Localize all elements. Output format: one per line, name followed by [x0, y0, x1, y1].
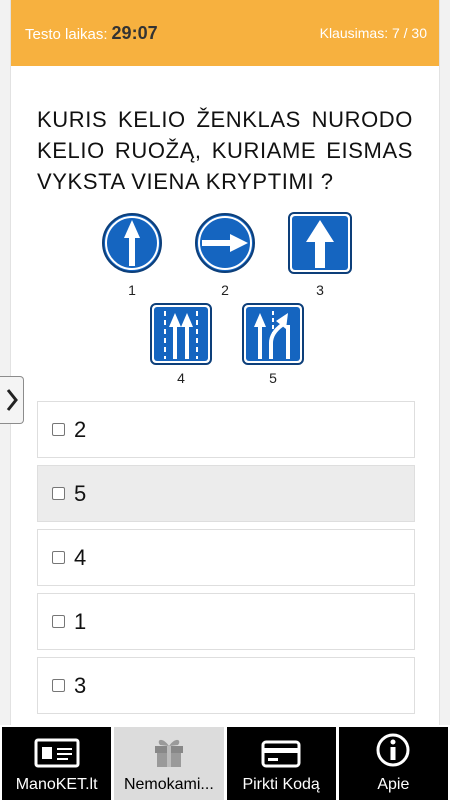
answer-checkbox[interactable]: [52, 423, 65, 436]
quiz-header: Testo laikas: 29:07 Klausimas: 7 / 30: [11, 0, 439, 66]
quiz-screen: Testo laikas: 29:07 Klausimas: 7 / 30 KU…: [10, 0, 440, 725]
chevron-right-icon: [6, 389, 18, 411]
answer-label: 4: [74, 544, 87, 570]
square-blue-one-way-icon: [288, 212, 352, 274]
sign-number: 5: [269, 370, 277, 386]
id-card-icon: [34, 738, 80, 768]
answer-option[interactable]: 2: [37, 401, 415, 458]
nav-nemokami[interactable]: Nemokami...: [114, 727, 224, 800]
answer-checkbox[interactable]: [52, 551, 65, 564]
answer-option[interactable]: 4: [37, 529, 415, 586]
sign-number: 4: [177, 370, 185, 386]
timer-label: Testo laikas:: [25, 25, 108, 43]
answer-option[interactable]: 3: [37, 657, 415, 714]
sign-number: 2: [221, 282, 229, 298]
square-blue-lane-split-icon: [242, 303, 304, 365]
answer-checkbox[interactable]: [52, 615, 65, 628]
answer-option-selected[interactable]: 5: [37, 465, 415, 522]
answer-label: 1: [74, 608, 87, 634]
timer-value: 29:07: [111, 22, 158, 43]
question-text: KURIS KELIO ŽENKLAS NURODO KELIO RUOŽĄ, …: [37, 107, 413, 194]
round-blue-arrow-up-icon: [102, 213, 162, 273]
bottom-navigation: ManoKET.lt Nemokami... Pirkti Kodą Apie: [0, 725, 450, 800]
answer-label: 3: [74, 672, 87, 698]
nav-label: Nemokami...: [123, 776, 214, 793]
nav-label: ManoKET.lt: [15, 776, 98, 793]
answer-label: 2: [74, 416, 87, 442]
info-icon: [376, 733, 410, 767]
answer-label: 5: [74, 480, 87, 506]
nav-manoket[interactable]: ManoKET.lt: [2, 727, 112, 800]
gift-icon: [154, 739, 183, 767]
answer-options: 2 5 4 1 3: [37, 401, 415, 721]
square-blue-lanes-icon: [150, 303, 212, 365]
round-blue-arrow-right-icon: [195, 213, 255, 273]
next-question-tab[interactable]: [0, 376, 24, 424]
nav-apie[interactable]: Apie: [338, 727, 448, 800]
question-counter: Klausimas: 7 / 30: [319, 25, 427, 41]
sign-number: 1: [128, 282, 136, 298]
credit-card-icon: [261, 740, 301, 768]
answer-option[interactable]: 1: [37, 593, 415, 650]
nav-label: Apie: [377, 776, 410, 793]
answer-checkbox[interactable]: [52, 487, 65, 500]
test-timer: Testo laikas: 29:07: [25, 23, 158, 44]
sign-number: 3: [316, 282, 324, 298]
nav-pirkti-koda[interactable]: Pirkti Kodą: [226, 727, 336, 800]
nav-label: Pirkti Kodą: [242, 776, 320, 793]
answer-checkbox[interactable]: [52, 679, 65, 692]
